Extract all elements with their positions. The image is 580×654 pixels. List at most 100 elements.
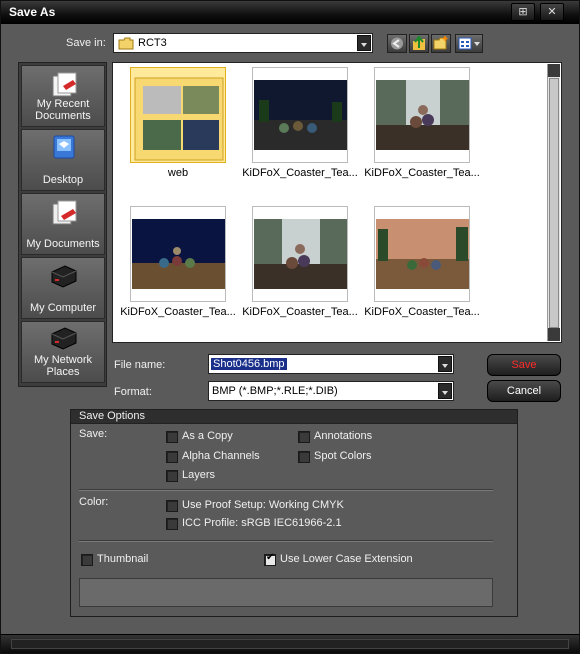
file-name: KiDFoX_Coaster_Tea... [120, 306, 236, 318]
thumbnail-checkbox[interactable] [81, 554, 93, 566]
as-a-copy-checkbox[interactable] [166, 431, 178, 443]
list-item[interactable]: KiDFoX_Coaster_Tea... [239, 67, 361, 179]
file-name: KiDFoX_Coaster_Tea... [242, 306, 358, 318]
alpha-channels-checkbox[interactable] [166, 451, 178, 463]
save-in-label: Save in: [66, 37, 106, 49]
file-name-field[interactable]: Shot0456.bmp [208, 354, 454, 374]
file-name: KiDFoX_Coaster_Tea... [364, 306, 480, 318]
divider [79, 489, 493, 491]
image-thumbnail [252, 67, 348, 163]
alpha-channels-label[interactable]: Alpha Channels [182, 450, 260, 462]
annotations-checkbox[interactable] [298, 431, 310, 443]
file-name-label: File name: [114, 359, 166, 371]
back-arrow-icon [391, 37, 403, 50]
list-item[interactable]: KiDFoX_Coaster_Tea... [361, 67, 483, 179]
icc-profile-label[interactable]: ICC Profile: sRGB IEC61966-2.1 [182, 517, 342, 529]
image-icon [132, 219, 225, 289]
view-menu-button[interactable] [455, 34, 483, 53]
chevron-down-icon[interactable] [438, 383, 452, 399]
save-in-dropdown[interactable]: RCT3 [113, 33, 373, 53]
status-bar [1, 634, 579, 653]
my-documents-icon [52, 200, 77, 225]
desktop-icon [53, 135, 75, 159]
lower-case-extension-label[interactable]: Use Lower Case Extension [280, 553, 413, 565]
chevron-down-icon[interactable] [438, 356, 452, 372]
format-dropdown[interactable]: BMP (*.BMP;*.RLE;*.DIB) [208, 381, 454, 401]
window-title: Save As [9, 5, 56, 19]
up-folder-icon [413, 35, 425, 50]
list-item[interactable]: web [117, 67, 239, 179]
place-label: Desktop [42, 174, 84, 186]
list-item[interactable]: KiDFoX_Coaster_Tea... [117, 206, 239, 318]
image-thumbnail [252, 206, 348, 302]
scroll-down-icon[interactable] [548, 328, 560, 341]
list-item[interactable]: KiDFoX_Coaster_Tea... [239, 206, 361, 318]
place-my-computer[interactable]: My Computer [21, 257, 105, 319]
save-as-dialog: Save As ⊞ ✕ Save in: RCT3 My Recent Docu… [0, 0, 580, 654]
image-icon [376, 219, 469, 289]
list-item[interactable]: KiDFoX_Coaster_Tea... [361, 206, 483, 318]
save-button[interactable]: Save [487, 354, 561, 376]
divider [79, 540, 493, 542]
place-label: My Recent Documents [35, 98, 91, 122]
use-proof-setup-label[interactable]: Use Proof Setup: Working CMYK [182, 499, 344, 511]
folder-thumbnail [130, 67, 226, 163]
save-label: Save: [79, 428, 108, 440]
windows-icon[interactable]: ⊞ [511, 3, 535, 21]
file-name: web [167, 167, 189, 179]
file-name-value: Shot0456.bmp [211, 358, 287, 370]
format-value: BMP (*.BMP;*.RLE;*.DIB) [212, 385, 338, 397]
file-name: KiDFoX_Coaster_Tea... [364, 167, 480, 179]
my-computer-icon [51, 265, 77, 288]
place-my-documents[interactable]: My Documents [21, 193, 105, 255]
status-bar-track [11, 639, 569, 649]
new-folder-button[interactable] [431, 34, 451, 53]
image-thumbnail [374, 206, 470, 302]
color-label: Color: [79, 496, 109, 508]
close-icon[interactable]: ✕ [540, 3, 564, 21]
file-list[interactable]: web KiDFoX_Coaster_Tea... KiDFoX_Coaster… [112, 62, 562, 343]
folder-icon [134, 77, 224, 161]
recent-documents-icon [52, 72, 77, 97]
place-recent-documents[interactable]: My Recent Documents [21, 65, 105, 127]
spot-colors-label[interactable]: Spot Colors [314, 450, 371, 462]
save-in-value: RCT3 [138, 37, 167, 49]
thumbnail-label[interactable]: Thumbnail [97, 553, 148, 565]
image-icon [376, 80, 469, 150]
place-network[interactable]: My Network Places [21, 321, 105, 383]
title-bar[interactable]: Save As ⊞ ✕ [1, 1, 579, 24]
file-name-dropdown[interactable] [437, 355, 453, 373]
icc-profile-checkbox[interactable] [166, 518, 178, 530]
up-folder-button[interactable] [409, 34, 429, 53]
image-icon [254, 80, 347, 150]
status-box [79, 578, 493, 607]
use-proof-setup-checkbox[interactable] [166, 500, 178, 512]
scroll-thumb[interactable] [549, 78, 559, 328]
new-folder-icon [433, 36, 448, 50]
network-places-icon [51, 327, 77, 350]
image-thumbnail [374, 67, 470, 163]
lower-case-extension-checkbox[interactable] [264, 552, 276, 566]
cancel-button[interactable]: Cancel [487, 380, 561, 402]
save-options-panel: Save Options Save: As a Copy Annotations… [70, 409, 518, 617]
format-label: Format: [114, 386, 152, 398]
as-a-copy-label[interactable]: As a Copy [182, 430, 233, 442]
image-thumbnail [130, 206, 226, 302]
annotations-label[interactable]: Annotations [314, 430, 372, 442]
layers-checkbox[interactable] [166, 470, 178, 482]
scroll-up-icon[interactable] [548, 64, 560, 77]
chevron-down-icon[interactable] [357, 35, 371, 51]
place-desktop[interactable]: Desktop [21, 129, 105, 191]
place-label: My Network Places [33, 354, 93, 378]
place-label: My Computer [29, 302, 97, 314]
back-button[interactable] [387, 34, 407, 53]
places-bar: My Recent Documents Desktop My Documents… [18, 62, 107, 387]
folder-icon [118, 37, 134, 50]
save-options-title: Save Options [71, 410, 517, 424]
file-name: KiDFoX_Coaster_Tea... [242, 167, 358, 179]
layers-label[interactable]: Layers [182, 469, 215, 481]
vertical-scrollbar[interactable] [547, 64, 560, 341]
view-menu-icon [458, 37, 480, 50]
spot-colors-checkbox[interactable] [298, 451, 310, 463]
image-icon [254, 219, 347, 289]
